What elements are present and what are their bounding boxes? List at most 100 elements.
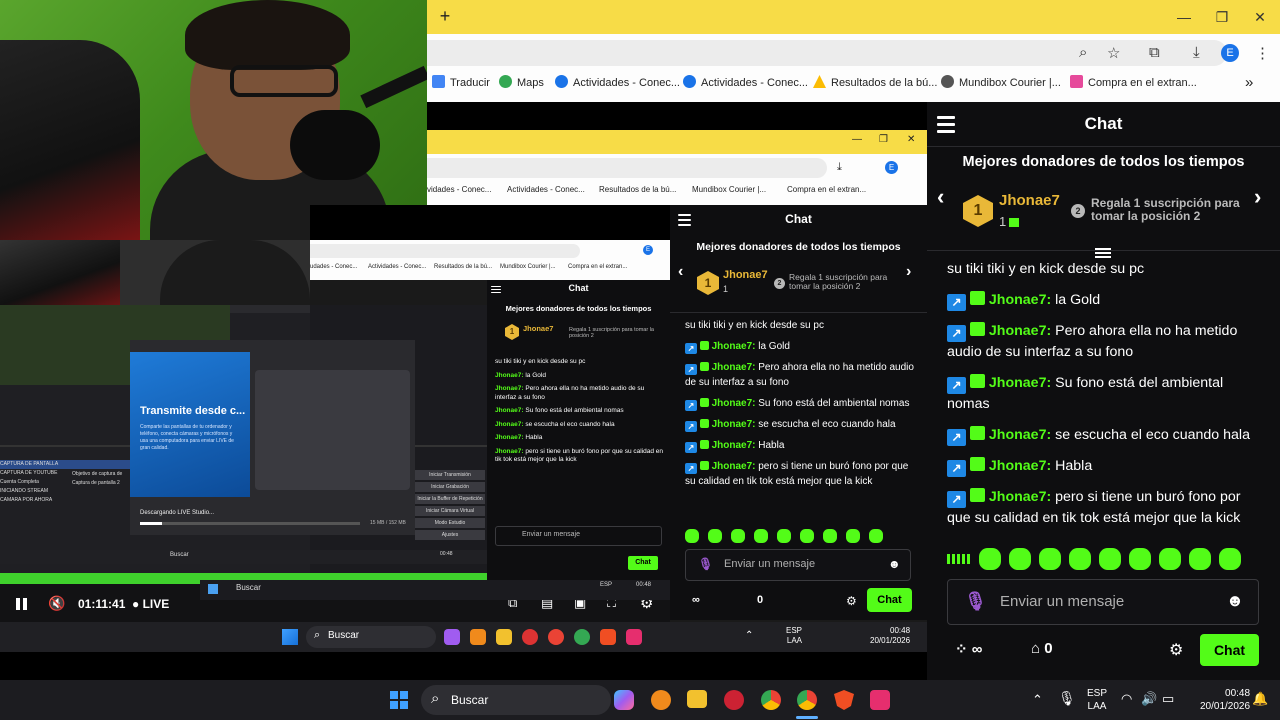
scene-item[interactable]: CAPTURA DE PANTALLA bbox=[0, 460, 130, 469]
badge-icon: ↗ bbox=[685, 463, 697, 474]
extensions-icon[interactable]: ⧉ bbox=[1149, 44, 1160, 61]
system-clock[interactable]: 00:48 20/01/2026 bbox=[1200, 687, 1250, 713]
message-user[interactable]: Jhonae7: bbox=[989, 375, 1051, 391]
source-item[interactable]: Objetivo de captura de bbox=[72, 470, 130, 479]
nested3-address-bar bbox=[310, 244, 580, 258]
start-stream-button[interactable]: Iniciar Transmisión bbox=[415, 470, 485, 480]
points-indicator[interactable]: ⁘ ∞ bbox=[955, 640, 982, 658]
bookmark-mundibox[interactable]: Mundibox Courier |... bbox=[941, 72, 1061, 94]
nested-tabbar: — ❐ ✕ bbox=[427, 130, 927, 154]
bookmark-actividades-1[interactable]: Actividades - Conec... bbox=[555, 72, 680, 94]
volume-icon[interactable]: 🔊 bbox=[1141, 691, 1157, 707]
nested3-message: Jhonae7: pero si tiene un buró fono por … bbox=[495, 448, 665, 465]
message-user[interactable]: Jhonae7: bbox=[989, 292, 1051, 308]
emote-icon[interactable] bbox=[1099, 548, 1121, 570]
site-icon bbox=[683, 75, 696, 88]
more-bookmarks-icon[interactable]: » bbox=[1245, 72, 1253, 94]
message-text: se escucha el eco cuando hala bbox=[1051, 427, 1250, 443]
start-button[interactable] bbox=[390, 691, 408, 709]
search-app-icon[interactable] bbox=[651, 690, 671, 710]
gifts-indicator[interactable]: ⌂ 0 bbox=[1031, 640, 1053, 657]
obs-icon[interactable] bbox=[724, 690, 744, 710]
message-user[interactable]: Jhonae7: bbox=[989, 323, 1051, 339]
studio-mode-button[interactable]: Modo Estudio bbox=[415, 518, 485, 528]
profile-avatar[interactable]: E bbox=[1221, 44, 1239, 62]
chrome-profile-icon[interactable] bbox=[797, 690, 817, 710]
brave-icon bbox=[600, 629, 616, 645]
brave-icon[interactable] bbox=[834, 690, 854, 710]
tiktok-icon[interactable] bbox=[870, 690, 890, 710]
language-indicator[interactable]: ESP LAA bbox=[1087, 687, 1107, 713]
tray-mic-icon[interactable]: 🎙 bbox=[1058, 690, 1076, 707]
nested3-bookmark: Compra en el extran... bbox=[568, 264, 628, 270]
scene-item[interactable]: CAMARA POR AHORA bbox=[0, 496, 130, 505]
notifications-icon[interactable]: 🔔 bbox=[1252, 691, 1268, 707]
new-tab-icon[interactable]: + bbox=[435, 6, 455, 26]
nested-search-icon: ⌕ bbox=[314, 629, 321, 641]
minimize-icon[interactable]: — bbox=[1173, 6, 1195, 28]
copilot-icon bbox=[444, 629, 460, 645]
second-place-text: Regala 1 suscripción para tomar la posic… bbox=[1091, 196, 1240, 223]
address-bar[interactable]: ⌕ ☆ bbox=[427, 40, 1227, 66]
site-icon bbox=[555, 75, 568, 88]
bookmark-star-icon[interactable]: ☆ bbox=[1107, 44, 1120, 62]
message-user[interactable]: Jhonae7: bbox=[989, 489, 1051, 505]
more-menu-icon[interactable]: ⋮ bbox=[1255, 44, 1270, 62]
chart-emote-icon[interactable] bbox=[947, 554, 971, 564]
battery-icon[interactable]: ▭ bbox=[1162, 691, 1174, 707]
nested3-chat-button: Chat bbox=[628, 556, 658, 570]
emote-icon[interactable] bbox=[1129, 548, 1151, 570]
emote-icon[interactable] bbox=[1069, 548, 1091, 570]
tiktok-live-dialog: Transmite desde c... Comparte las pantal… bbox=[130, 340, 415, 535]
chat-settings-icon[interactable]: ⚙ bbox=[1169, 640, 1183, 660]
taskbar-search[interactable]: ⌕ Buscar bbox=[421, 685, 611, 715]
search-icon: ⌕ bbox=[431, 690, 440, 707]
virtual-camera-button[interactable]: Iniciar Cámara Virtual bbox=[415, 506, 485, 516]
replay-buffer-button[interactable]: Iniciar la Buffer de Repetición bbox=[415, 494, 485, 504]
message-input[interactable]: 🎙 Enviar un mensaje ☻ bbox=[947, 579, 1259, 625]
emote-icon[interactable] bbox=[1189, 548, 1211, 570]
top-donor-name[interactable]: Jhonae7 bbox=[999, 192, 1060, 209]
bookmark-actividades-2[interactable]: Actividades - Conec... bbox=[683, 72, 808, 94]
message-user[interactable]: Jhonae7: bbox=[989, 458, 1051, 474]
send-chat-button[interactable]: Chat bbox=[1200, 634, 1259, 666]
microphone-icon[interactable]: 🎙 bbox=[964, 591, 987, 612]
close-icon[interactable]: ✕ bbox=[1249, 6, 1271, 28]
download-icon[interactable]: ⤓ bbox=[1193, 44, 1200, 61]
zoom-icon[interactable]: ⌕ bbox=[1079, 44, 1087, 61]
wifi-icon[interactable]: ◠ bbox=[1121, 691, 1132, 707]
pause-icon[interactable] bbox=[16, 598, 28, 610]
chrome-icon[interactable] bbox=[761, 690, 781, 710]
copilot-icon[interactable] bbox=[614, 690, 634, 710]
start-recording-button[interactable]: Iniciar Grabación bbox=[415, 482, 485, 492]
emote-icon[interactable] bbox=[1039, 548, 1061, 570]
bookmark-traducir[interactable]: Traducir bbox=[432, 72, 490, 94]
clock-date: 20/01/2026 bbox=[1200, 701, 1251, 712]
bookmark-resultados[interactable]: Resultados de la bú... bbox=[813, 72, 937, 94]
emoji-icon[interactable]: ☻ bbox=[1226, 591, 1244, 611]
donors-prev-icon[interactable]: ‹ bbox=[937, 184, 944, 210]
message-input-placeholder: Enviar un mensaje bbox=[1000, 593, 1125, 610]
emote-icon[interactable] bbox=[1159, 548, 1181, 570]
nested3-message: Jhonae7: Pero ahora ella no ha metido au… bbox=[495, 385, 665, 402]
volume-muted-icon[interactable]: 🔇 bbox=[48, 595, 65, 612]
nested2-message: ↗ Jhonae7: la Gold bbox=[685, 339, 920, 354]
bookmarks-bar: Traducir Maps Actividades - Conec... Act… bbox=[427, 72, 1280, 94]
drag-handle-icon[interactable] bbox=[1095, 248, 1111, 258]
bookmark-compra[interactable]: Compra en el extran... bbox=[1070, 72, 1197, 94]
nested-taskbar-2-row: Buscar ESP 00:48 bbox=[200, 580, 670, 600]
emote-icon[interactable] bbox=[979, 548, 1001, 570]
scene-item[interactable]: INICIANDO STREAM bbox=[0, 487, 130, 496]
bookmark-maps[interactable]: Maps bbox=[499, 72, 544, 94]
emote-icon[interactable] bbox=[1009, 548, 1031, 570]
nested3-message: su tiki tiki y en kick desde su pc bbox=[495, 358, 665, 367]
settings-button[interactable]: Ajustes bbox=[415, 530, 485, 540]
browser-tabbar: + — ❐ ✕ bbox=[427, 0, 1280, 34]
source-item[interactable]: Captura de pantalla 2 bbox=[72, 479, 130, 488]
gift-badge-icon bbox=[699, 419, 709, 428]
emote-icon[interactable] bbox=[1219, 548, 1241, 570]
tray-chevron-icon[interactable]: ⌃ bbox=[1032, 692, 1043, 708]
maximize-icon[interactable]: ❐ bbox=[1211, 6, 1233, 28]
file-explorer-icon[interactable] bbox=[687, 690, 707, 708]
message-user[interactable]: Jhonae7: bbox=[989, 427, 1051, 443]
